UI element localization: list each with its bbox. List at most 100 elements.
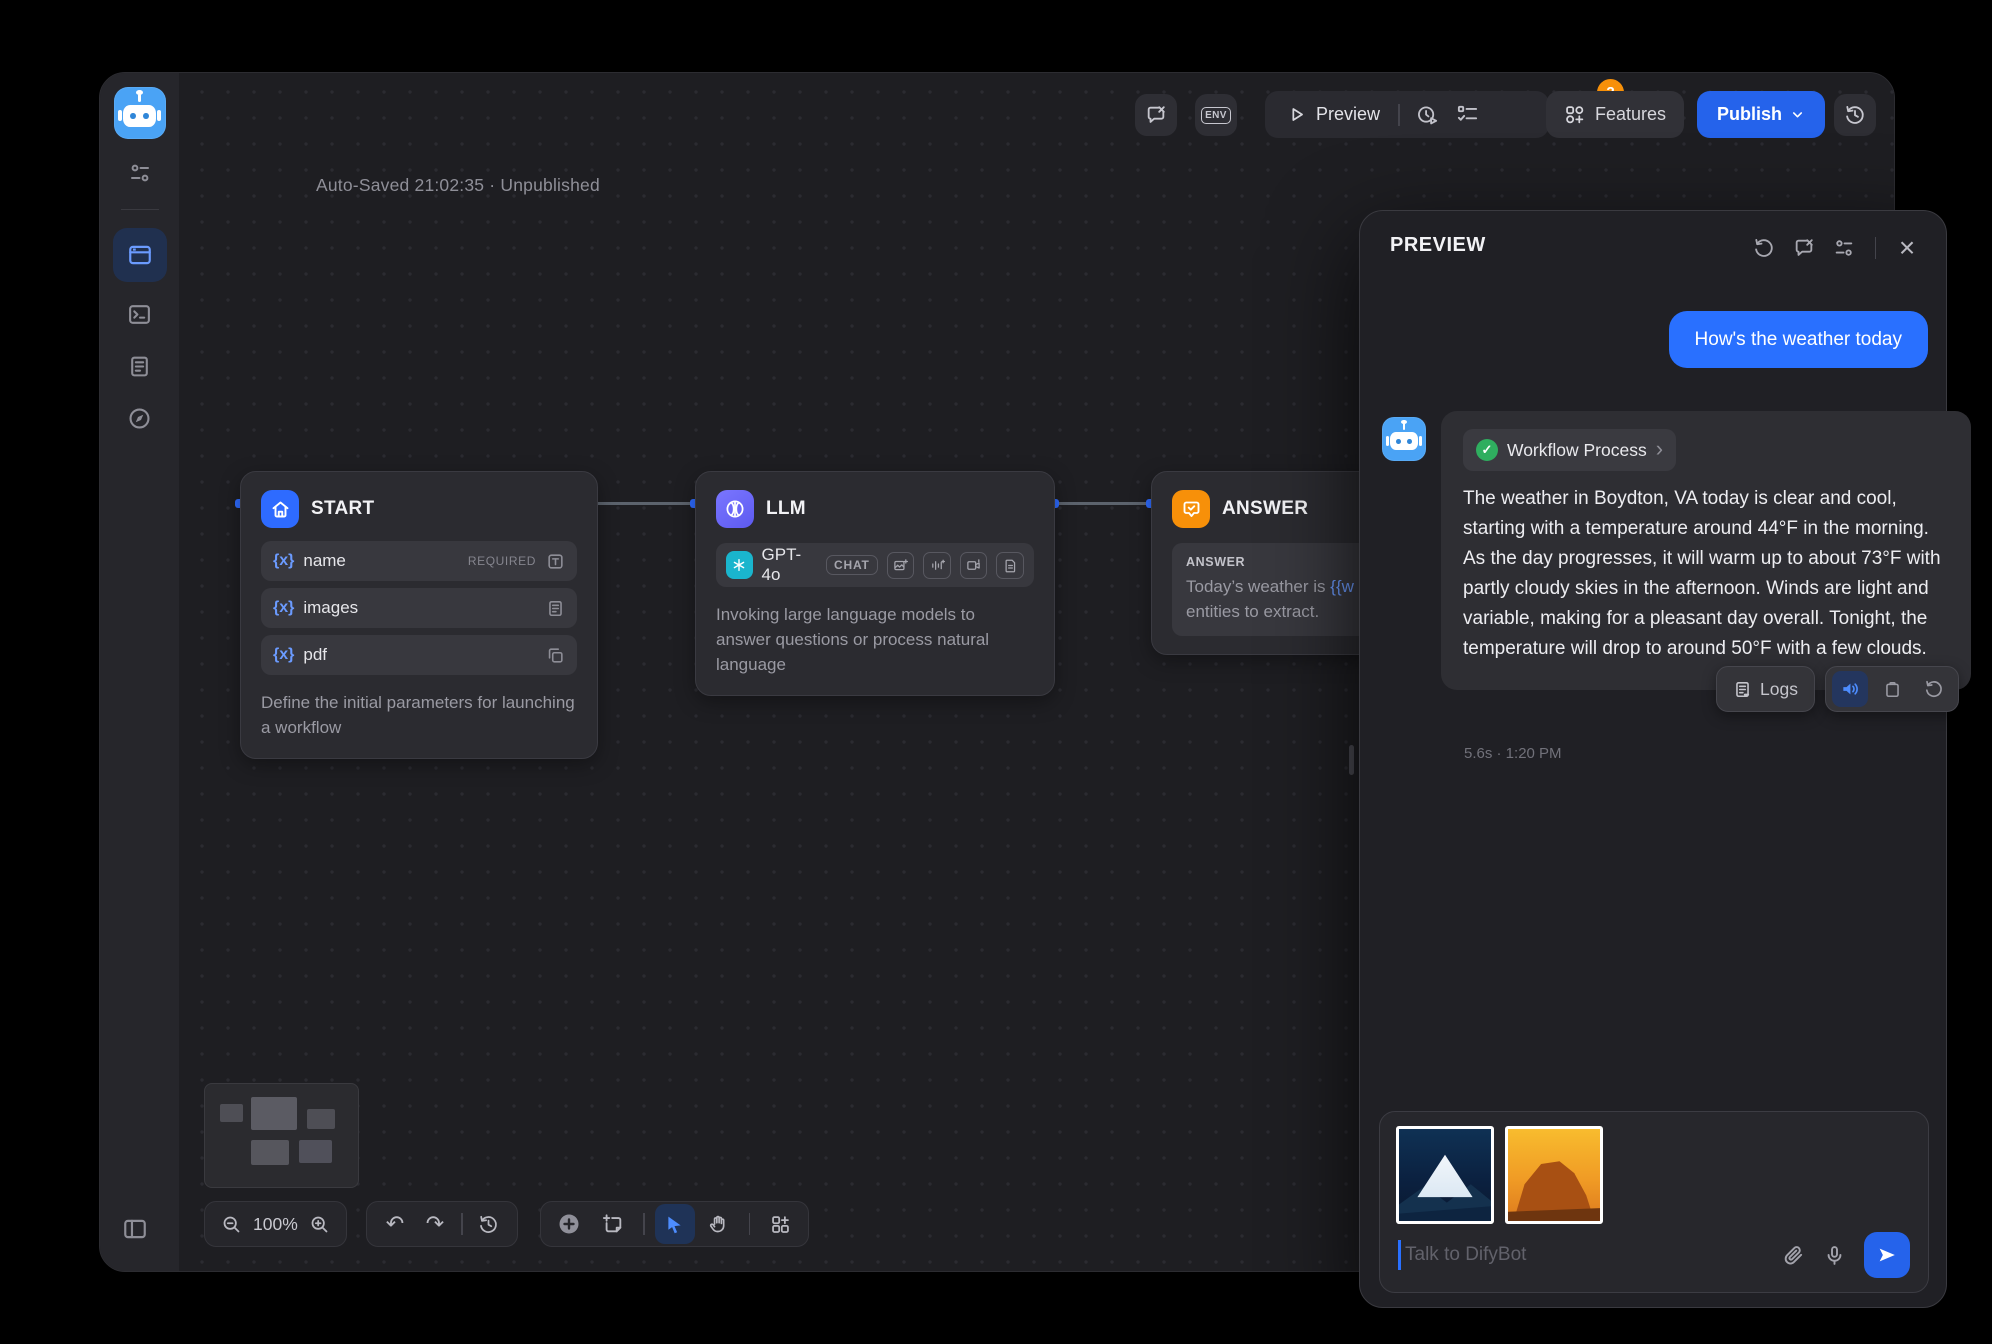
zoom-level[interactable]: 100% [251,1214,300,1235]
chat-input[interactable] [1398,1240,1764,1270]
env-icon: ENV [1201,107,1231,124]
home-icon [261,490,299,528]
text-input-icon [546,552,565,571]
model-selector[interactable]: GPT-4o CHAT [716,543,1034,587]
env-button[interactable]: ENV [1195,94,1237,136]
chat-input-box [1379,1111,1929,1293]
regenerate-icon[interactable] [1916,671,1952,707]
zoom-out-button[interactable] [211,1204,251,1244]
restart-conversation-icon[interactable] [1747,231,1781,265]
change-history-icon[interactable] [469,1204,509,1244]
logs-button[interactable]: Logs [1716,666,1815,712]
organize-nodes-icon[interactable] [760,1204,800,1244]
chevron-right-icon: › [1656,438,1663,460]
bot-message-card: ✓ Workflow Process › The weather in Boyd… [1441,411,1971,690]
attach-file-icon[interactable] [1782,1244,1805,1267]
zoom-in-button[interactable] [300,1204,340,1244]
workflow-process-chip[interactable]: ✓ Workflow Process › [1463,429,1676,471]
model-name: GPT-4o [762,545,818,585]
openai-icon [726,551,753,579]
answer-text: Today’s weather is [1186,577,1330,596]
bot-message-text: The weather in Boydton, VA today is clea… [1463,484,1949,664]
preview-button[interactable]: Preview [1316,104,1380,125]
minimap[interactable] [204,1083,359,1188]
edge-llm-answer [1053,502,1151,505]
workflow-settings-icon[interactable] [120,153,160,193]
node-title: LLM [766,498,806,520]
autosave-status: Auto-Saved 21:02:35 · Unpublished [316,175,600,196]
features-button[interactable]: Features [1546,91,1684,138]
checklist-icon[interactable] [1456,103,1479,126]
hand-tool[interactable] [699,1204,739,1244]
required-tag: REQUIRED [468,554,536,568]
node-llm[interactable]: LLM GPT-4o CHAT [695,471,1055,696]
start-field-images[interactable]: {x} images [261,588,577,628]
edge-start-llm [596,502,695,505]
message-actions: Logs [1716,666,1959,712]
user-message-bubble: How's the weather today [1669,311,1928,368]
copy-icon[interactable] [1874,671,1910,707]
chat-mode-badge: CHAT [826,555,878,575]
answer-chat-icon [1172,490,1210,528]
history-controls: ↶ ↷ [366,1201,518,1247]
collapse-panel-icon[interactable] [122,1216,148,1242]
audio-icon [923,552,951,579]
attachment-thumbnail-night-mountain[interactable] [1396,1126,1494,1224]
speaker-icon[interactable] [1832,671,1868,707]
message-tools [1825,666,1959,712]
node-title: ANSWER [1222,498,1308,520]
preview-title: PREVIEW [1390,234,1486,257]
vision-icon [887,552,915,579]
sidebar-item-logs-icon[interactable] [120,346,160,386]
tool-controls [540,1201,809,1247]
add-note-icon[interactable] [593,1204,633,1244]
start-field-pdf[interactable]: {x} pdf [261,635,577,675]
llm-brain-icon [716,490,754,528]
features-label: Features [1595,104,1666,125]
screen: Auto-Saved 21:02:35 · Unpublished ENV Pr… [0,0,1992,1344]
sidebar-divider [121,209,159,210]
undo-icon[interactable]: ↶ [375,1204,415,1244]
pointer-tool[interactable] [655,1204,695,1244]
preview-panel: PREVIEW × How's the weather today [1359,210,1947,1308]
logs-icon [1733,680,1752,699]
sidebar-item-orchestrate[interactable] [113,228,167,282]
attachment-thumbnail-sunset-mountain[interactable] [1505,1126,1603,1224]
run-history-icon[interactable] [1416,104,1438,126]
document-icon [996,552,1024,579]
files-icon [546,646,565,665]
microphone-icon[interactable] [1823,1244,1846,1267]
version-history-button[interactable] [1834,94,1876,136]
sidebar-item-monitoring-icon[interactable] [120,398,160,438]
node-start[interactable]: START {x} name REQUIRED {x} images [240,471,598,759]
node-description: Define the initial parameters for launch… [261,690,577,740]
publish-label: Publish [1717,104,1782,125]
send-button[interactable] [1864,1232,1910,1278]
sidebar [100,73,179,1271]
redo-icon[interactable]: ↷ [415,1204,455,1244]
chevron-down-icon [1790,107,1805,122]
video-icon [960,552,988,579]
play-icon [1287,105,1306,124]
close-icon[interactable]: × [1890,231,1924,265]
start-field-name[interactable]: {x} name REQUIRED [261,541,577,581]
success-check-icon: ✓ [1476,439,1498,461]
variable-icon: {x} [273,552,294,570]
message-meta: 5.6s · 1:20 PM [1464,745,1562,762]
answer-variable: {{w [1330,577,1354,596]
annotation-icon[interactable] [1787,231,1821,265]
node-description: Invoking large language models to answer… [716,602,1034,677]
run-group: Preview [1265,91,1549,138]
publish-button[interactable]: Publish [1697,91,1825,138]
panel-resize-handle[interactable] [1349,745,1354,775]
zoom-controls: 100% [204,1201,347,1247]
sidebar-item-api[interactable] [120,294,160,334]
preview-header-actions: × [1747,231,1925,265]
annotation-button[interactable] [1135,94,1177,136]
bot-avatar [1382,417,1426,461]
conversation-settings-icon[interactable] [1827,231,1861,265]
add-node-button[interactable] [549,1204,589,1244]
paragraph-icon [546,599,565,618]
node-title: START [311,498,374,520]
app-logo[interactable] [114,87,166,139]
